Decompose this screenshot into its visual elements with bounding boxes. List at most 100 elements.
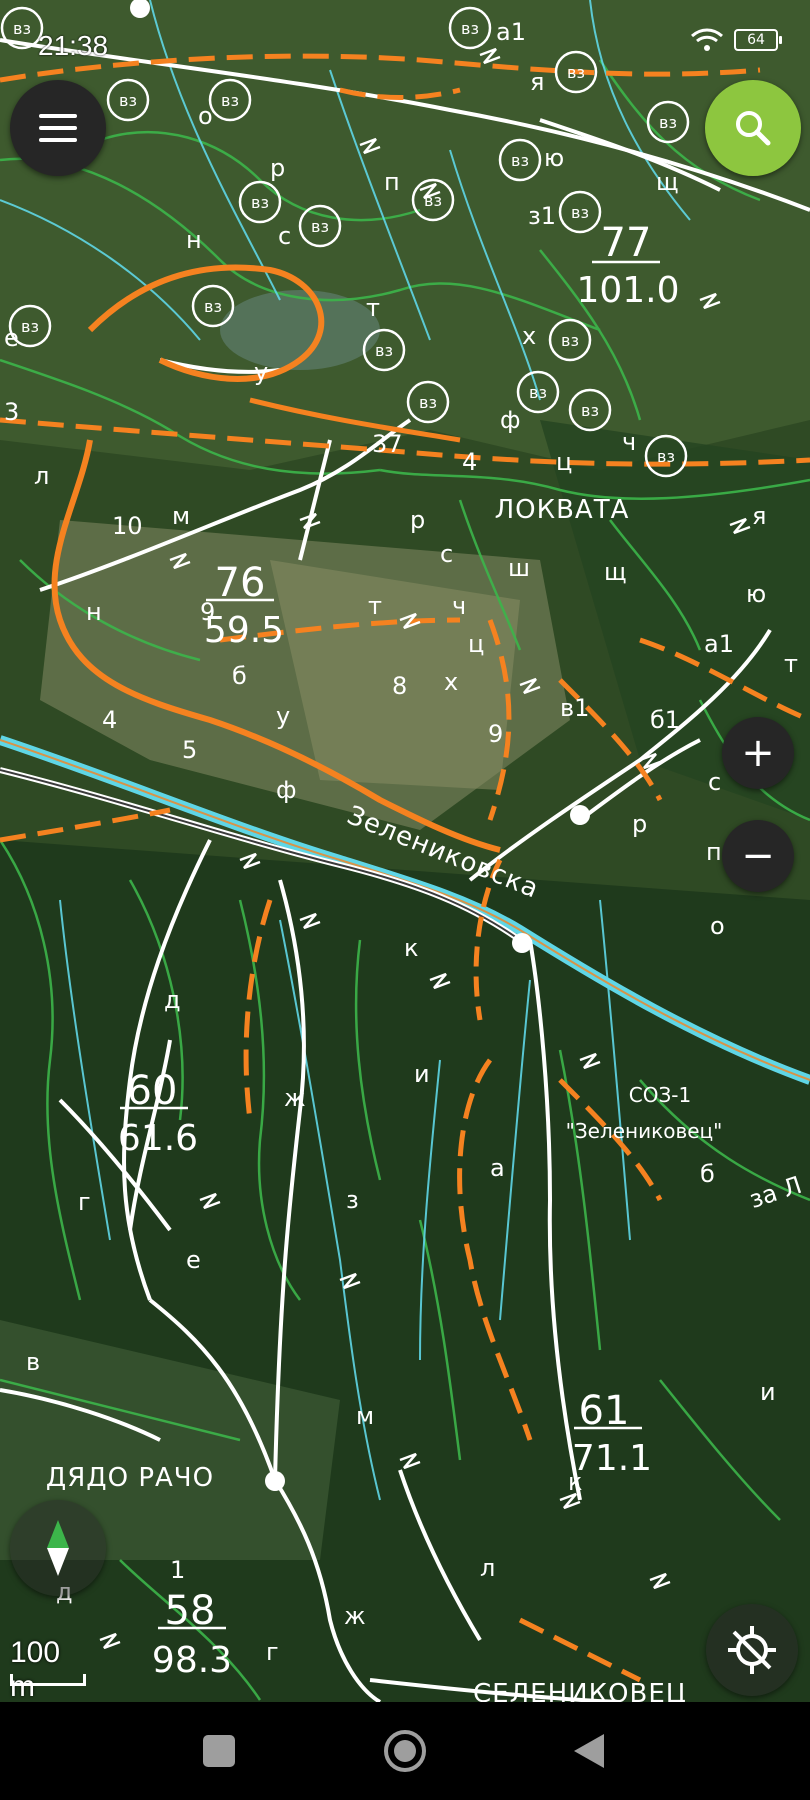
svg-text:г: г — [266, 1638, 279, 1666]
nav-back-button[interactable] — [534, 1702, 644, 1800]
svg-text:ц: ц — [556, 448, 572, 476]
svg-text:о: о — [198, 102, 213, 130]
nav-recents-button[interactable] — [164, 1702, 274, 1800]
svg-text:вз: вз — [13, 19, 31, 38]
svg-text:10: 10 — [112, 512, 143, 540]
svg-text:а1: а1 — [704, 630, 734, 658]
svg-text:98.3: 98.3 — [152, 1640, 232, 1681]
svg-text:5: 5 — [182, 736, 197, 764]
scale-label: 100 m — [10, 1636, 61, 1703]
svg-text:н: н — [86, 598, 102, 626]
svg-text:р: р — [632, 810, 647, 838]
svg-text:вз: вз — [659, 113, 677, 132]
terrain-north-slope — [0, 0, 810, 470]
terrain-south-forest — [0, 840, 810, 1702]
svg-text:вз: вз — [251, 193, 269, 212]
svg-text:а1: а1 — [496, 18, 526, 46]
svg-text:вз: вз — [311, 217, 329, 236]
compass-button[interactable] — [10, 1500, 106, 1596]
locality-lokvata: ЛОКВАТА — [495, 495, 630, 525]
svg-text:4: 4 — [462, 448, 477, 476]
svg-text:х: х — [522, 322, 536, 350]
svg-text:б: б — [700, 1160, 715, 1188]
svg-text:я: я — [752, 502, 766, 530]
svg-text:9: 9 — [200, 598, 215, 626]
hamburger-menu-icon — [39, 114, 77, 142]
scale-bar: 100 m — [10, 1636, 90, 1703]
svg-text:у: у — [254, 358, 268, 386]
svg-text:вз: вз — [511, 151, 529, 170]
svg-text:вз: вз — [561, 331, 579, 350]
svg-text:вз: вз — [375, 341, 393, 360]
svg-text:т: т — [368, 592, 382, 620]
svg-text:п: п — [384, 168, 400, 196]
svg-text:о: о — [710, 912, 725, 940]
zoom-in-button[interactable]: + — [722, 717, 794, 789]
map-canvas[interactable]: вз вз вз вз вз вз вз вз вз вз вз вз вз в… — [0, 0, 810, 1702]
svg-text:ф: ф — [500, 406, 521, 434]
svg-text:77: 77 — [601, 220, 652, 266]
svg-text:вз: вз — [567, 63, 585, 82]
svg-text:з: з — [346, 1186, 359, 1214]
svg-text:ю: ю — [746, 580, 766, 608]
svg-text:т: т — [784, 650, 798, 678]
svg-text:в: в — [26, 1348, 40, 1376]
svg-text:я: я — [530, 68, 544, 96]
gps-button[interactable] — [706, 1604, 798, 1696]
svg-text:б1: б1 — [650, 706, 680, 734]
svg-text:к: к — [568, 1468, 583, 1496]
svg-text:ф: ф — [276, 776, 297, 804]
svg-text:вз: вз — [221, 91, 239, 110]
svg-text:вз: вз — [119, 91, 137, 110]
protected-zone-label: СОЗ-1 — [629, 1083, 691, 1107]
svg-text:вз: вз — [204, 297, 222, 316]
locality-dyado-racho: ДЯДО РАЧО — [46, 1463, 214, 1493]
svg-text:щ: щ — [656, 168, 679, 196]
recents-square-icon — [203, 1735, 235, 1767]
svg-text:м: м — [356, 1402, 374, 1430]
svg-text:м: м — [172, 502, 190, 530]
svg-text:вз: вз — [571, 203, 589, 222]
svg-text:ж: ж — [344, 1602, 366, 1630]
svg-text:х: х — [444, 668, 458, 696]
svg-text:1: 1 — [170, 1556, 185, 1584]
locality-selenikovets: СЕЛЕНИКОВЕЦ — [473, 1679, 687, 1702]
svg-text:9: 9 — [488, 720, 503, 748]
svg-text:8: 8 — [392, 672, 407, 700]
svg-text:и: и — [760, 1378, 776, 1406]
svg-text:б: б — [232, 662, 247, 690]
zoom-out-button[interactable]: − — [722, 820, 794, 892]
menu-button[interactable] — [10, 80, 106, 176]
svg-text:р: р — [270, 154, 285, 182]
svg-text:вз: вз — [21, 317, 39, 336]
protected-zone-name: "Зелениковец" — [566, 1119, 723, 1143]
svg-text:н: н — [186, 226, 202, 254]
svg-text:п: п — [706, 838, 722, 866]
svg-text:ц: ц — [468, 630, 484, 658]
back-triangle-icon — [574, 1734, 604, 1768]
compass-icon — [47, 1520, 69, 1576]
svg-text:61.6: 61.6 — [118, 1118, 198, 1159]
svg-text:вз: вз — [529, 383, 547, 402]
svg-text:с: с — [440, 540, 453, 568]
svg-text:4: 4 — [102, 706, 117, 734]
svg-text:е: е — [4, 324, 19, 352]
svg-text:3: 3 — [4, 398, 19, 426]
svg-text:т: т — [366, 294, 380, 322]
svg-text:л: л — [480, 1554, 495, 1582]
nav-home-button[interactable] — [350, 1702, 460, 1800]
svg-text:г: г — [78, 1188, 91, 1216]
svg-text:вз: вз — [419, 393, 437, 412]
map-screen: вз вз вз вз вз вз вз вз вз вз вз вз вз в… — [0, 0, 810, 1800]
home-circle-icon — [384, 1730, 426, 1772]
svg-text:с: с — [278, 222, 291, 250]
map-view[interactable]: вз вз вз вз вз вз вз вз вз вз вз вз вз в… — [0, 0, 810, 1702]
svg-text:и: и — [414, 1060, 430, 1088]
svg-text:71.1: 71.1 — [572, 1438, 652, 1479]
svg-text:вз: вз — [657, 447, 675, 466]
search-button[interactable] — [705, 80, 801, 176]
svg-text:щ: щ — [604, 558, 627, 586]
svg-text:л: л — [34, 462, 49, 490]
svg-text:59.5: 59.5 — [204, 610, 284, 651]
svg-text:ч: ч — [622, 428, 636, 456]
